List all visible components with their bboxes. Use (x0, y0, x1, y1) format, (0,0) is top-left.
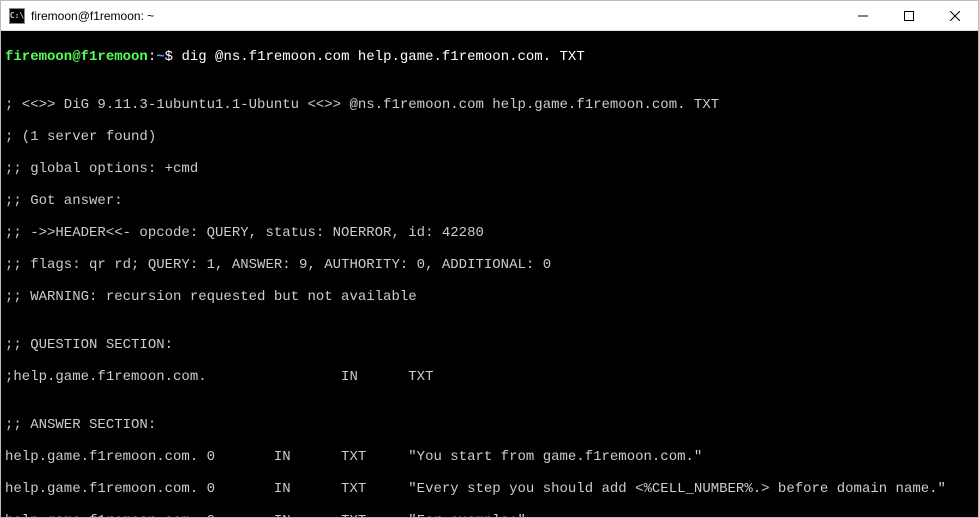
output-line: ;; ANSWER SECTION: (5, 417, 974, 433)
window-title: firemoon@f1remoon: ~ (31, 9, 840, 23)
output-line: ; (1 server found) (5, 129, 974, 145)
output-line: ;; ->>HEADER<<- opcode: QUERY, status: N… (5, 225, 974, 241)
maximize-icon (904, 11, 914, 21)
terminal-body[interactable]: firemoon@f1remoon:~$ dig @ns.f1remoon.co… (1, 31, 978, 517)
minimize-button[interactable] (840, 1, 886, 30)
prompt-user-host: firemoon@f1remoon (5, 49, 148, 65)
prompt-dollar: $ (165, 49, 173, 65)
output-line: help.game.f1remoon.com. 0 IN TXT "You st… (5, 449, 974, 465)
terminal-window: C:\ firemoon@f1remoon: ~ firemoon@f1remo… (0, 0, 979, 518)
output-line: ;; Got answer: (5, 193, 974, 209)
output-line: ;; flags: qr rd; QUERY: 1, ANSWER: 9, AU… (5, 257, 974, 273)
output-line: ;; WARNING: recursion requested but not … (5, 289, 974, 305)
output-line: help.game.f1remoon.com. 0 IN TXT "Every … (5, 481, 974, 497)
prompt-path: ~ (156, 49, 164, 65)
command-text: dig @ns.f1remoon.com help.game.f1remoon.… (181, 49, 584, 65)
maximize-button[interactable] (886, 1, 932, 30)
output-line: ; <<>> DiG 9.11.3-1ubuntu1.1-Ubuntu <<>>… (5, 97, 974, 113)
output-line: ;; QUESTION SECTION: (5, 337, 974, 353)
titlebar[interactable]: C:\ firemoon@f1remoon: ~ (1, 1, 978, 31)
output-line: ;; global options: +cmd (5, 161, 974, 177)
app-icon: C:\ (9, 8, 25, 24)
close-button[interactable] (932, 1, 978, 30)
close-icon (950, 11, 960, 21)
minimize-icon (858, 11, 868, 21)
prompt-colon: : (148, 49, 156, 65)
output-line: ;help.game.f1remoon.com. IN TXT (5, 369, 974, 385)
output-line: help.game.f1remoon.com. 0 IN TXT "For ex… (5, 513, 974, 517)
window-controls (840, 1, 978, 30)
